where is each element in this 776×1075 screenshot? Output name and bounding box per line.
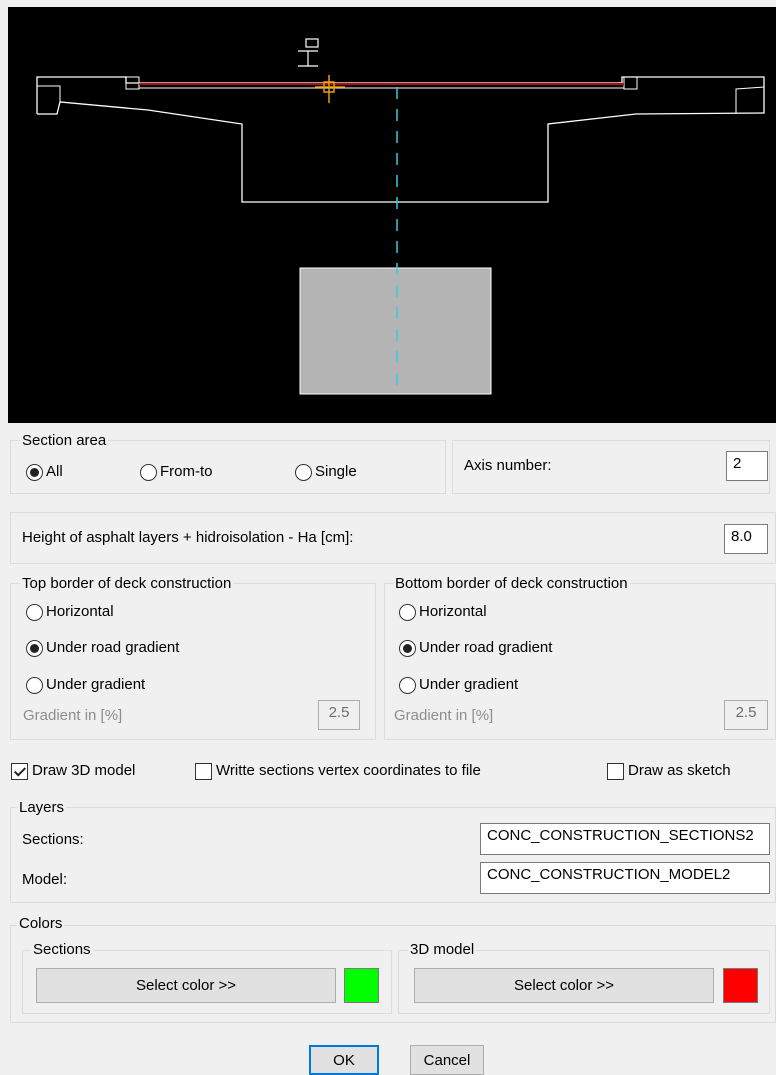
bottom-under-gradient-label: Under gradient	[419, 676, 519, 693]
radio-from-to-label: From-to	[160, 463, 213, 480]
layers-legend: Layers	[17, 799, 67, 816]
bottom-under-gradient-indicator	[399, 676, 416, 694]
top-gradient-label: Gradient in [%]	[23, 707, 123, 724]
radio-all[interactable]: All	[26, 463, 63, 481]
ucs-icon	[298, 38, 319, 67]
section-area-legend: Section area	[20, 432, 109, 449]
right-curb	[623, 76, 638, 90]
radio-single-indicator	[295, 463, 312, 481]
sections-color-legend: Sections	[31, 941, 93, 958]
draw-as-sketch-checkbox[interactable]: Draw as sketch	[607, 762, 731, 780]
radio-single[interactable]: Single	[295, 463, 357, 481]
axis-number-label: Axis number:	[464, 457, 552, 474]
top-under-road-gradient-indicator	[26, 639, 43, 657]
radio-single-label: Single	[315, 463, 357, 480]
deck-left-lip	[37, 85, 61, 102]
bottom-gradient-input: 2.5	[724, 700, 768, 730]
draw-3d-model-box	[11, 762, 28, 780]
write-coordinates-checkbox[interactable]: Writte sections vertex coordinates to fi…	[195, 762, 481, 780]
deck-right-lip	[735, 86, 765, 113]
bottom-under-road-gradient-radio[interactable]: Under road gradient	[399, 639, 552, 657]
write-coordinates-label: Writte sections vertex coordinates to fi…	[216, 762, 481, 779]
bottom-border-legend: Bottom border of deck construction	[393, 575, 630, 592]
radio-all-label: All	[46, 463, 63, 480]
cross-section-drawing	[36, 38, 765, 395]
asphalt-height-label: Height of asphalt layers + hidroisolatio…	[22, 529, 354, 546]
snap-marker	[315, 75, 345, 103]
model-select-color-button[interactable]: Select color >>	[414, 968, 714, 1003]
bottom-gradient-label: Gradient in [%]	[394, 707, 494, 724]
bottom-under-road-gradient-label: Under road gradient	[419, 639, 553, 656]
top-under-road-gradient-label: Under road gradient	[46, 639, 180, 656]
radio-from-to-indicator	[140, 463, 157, 481]
pier-block	[299, 267, 492, 395]
axis-number-input[interactable]: 2	[726, 451, 768, 481]
model-layer-input[interactable]: CONC_CONSTRUCTION_MODEL2	[480, 862, 770, 894]
bottom-horizontal-radio[interactable]: Horizontal	[399, 603, 487, 621]
bottom-under-road-gradient-indicator	[399, 639, 416, 657]
draw-3d-model-label: Draw 3D model	[32, 762, 136, 779]
model-color-legend: 3D model	[408, 941, 477, 958]
draw-3d-model-checkbox[interactable]: Draw 3D model	[11, 762, 135, 780]
sections-layer-label: Sections:	[22, 831, 84, 848]
sections-layer-input[interactable]: CONC_CONSTRUCTION_SECTIONS2	[480, 823, 770, 855]
bottom-horizontal-label: Horizontal	[419, 603, 487, 620]
model-color-swatch	[723, 968, 758, 1003]
bottom-under-gradient-radio[interactable]: Under gradient	[399, 676, 518, 694]
write-coordinates-box	[195, 762, 212, 780]
radio-all-indicator	[26, 463, 43, 481]
top-horizontal-radio[interactable]: Horizontal	[26, 603, 114, 621]
radio-from-to[interactable]: From-to	[140, 463, 213, 481]
draw-as-sketch-label: Draw as sketch	[628, 762, 731, 779]
top-under-gradient-radio[interactable]: Under gradient	[26, 676, 145, 694]
top-under-road-gradient-radio[interactable]: Under road gradient	[26, 639, 179, 657]
sections-select-color-button[interactable]: Select color >>	[36, 968, 336, 1003]
section-preview-canvas	[8, 7, 776, 423]
top-under-gradient-label: Under gradient	[46, 676, 146, 693]
draw-as-sketch-box	[607, 762, 624, 780]
top-under-gradient-indicator	[26, 676, 43, 694]
top-horizontal-indicator	[26, 603, 43, 621]
sections-color-swatch	[344, 968, 379, 1003]
bottom-horizontal-indicator	[399, 603, 416, 621]
cancel-button[interactable]: Cancel	[410, 1045, 484, 1075]
asphalt-height-input[interactable]: 8.0	[724, 524, 768, 554]
top-gradient-input: 2.5	[318, 700, 360, 730]
model-layer-label: Model:	[22, 871, 68, 888]
colors-legend: Colors	[17, 915, 65, 932]
deck-outline	[36, 76, 765, 203]
top-horizontal-label: Horizontal	[46, 603, 114, 620]
ok-button[interactable]: OK	[309, 1045, 379, 1075]
top-border-legend: Top border of deck construction	[20, 575, 234, 592]
